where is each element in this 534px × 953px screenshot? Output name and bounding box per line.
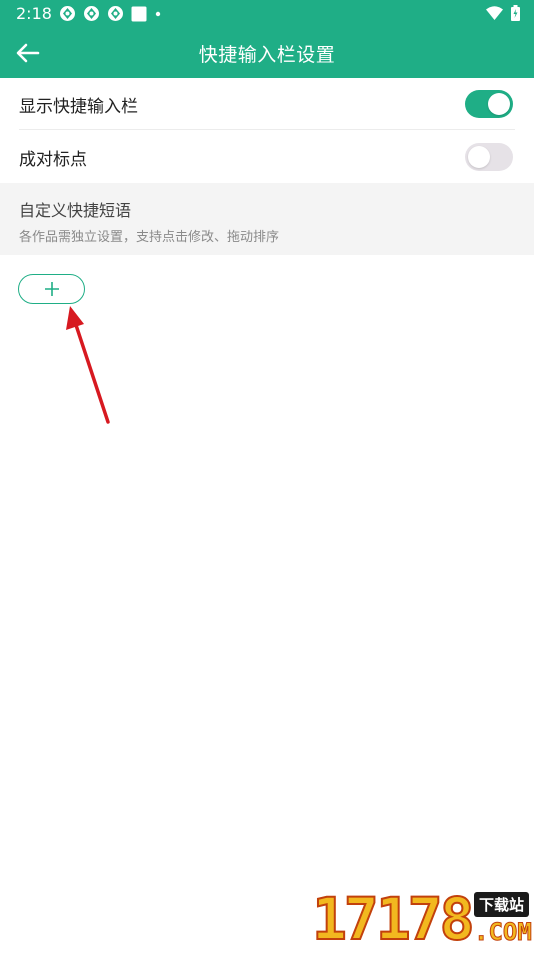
setting-row-paired-punct[interactable]: 成对标点: [0, 131, 534, 183]
plus-icon: [45, 282, 59, 296]
status-time: 2:18: [16, 4, 52, 23]
wifi-icon: [486, 6, 503, 20]
sync-icon: [108, 6, 123, 21]
section-subtitle: 各作品需独立设置，支持点击修改、拖动排序: [19, 230, 280, 245]
toggle-knob: [488, 93, 510, 115]
paired-punct-toggle[interactable]: [465, 143, 513, 171]
status-system-icons: [486, 5, 520, 21]
setting-label-paired-punct: 成对标点: [19, 150, 87, 170]
watermark-digits: 17178: [311, 885, 476, 953]
app-bar: 快捷输入栏设置: [0, 27, 534, 78]
sync-icon: [60, 6, 75, 21]
section-title: 自定义快捷短语: [19, 201, 132, 220]
watermark-suffix: .COM: [474, 918, 533, 947]
show-bar-toggle[interactable]: [465, 90, 513, 118]
status-notification-icons: [59, 5, 162, 22]
annotation-arrow-icon: [66, 306, 110, 424]
setting-row-show-bar[interactable]: 显示快捷输入栏: [0, 78, 534, 130]
dot-icon: [155, 11, 161, 16]
setting-label-show-bar: 显示快捷输入栏: [19, 97, 138, 117]
watermark-tag: 下载站: [474, 892, 530, 917]
status-bar: 2:18: [0, 0, 534, 27]
page-title: 快捷输入栏设置: [198, 44, 336, 66]
custom-phrases-section: 自定义快捷短语 各作品需独立设置，支持点击修改、拖动排序: [0, 183, 534, 255]
sync-icon: [84, 6, 99, 21]
square-icon: [131, 6, 147, 21]
toggle-knob: [468, 146, 490, 168]
divider: [19, 129, 515, 130]
battery-charging-icon: [511, 5, 520, 21]
watermark-logo: 17178 下载站 .COM: [311, 885, 534, 953]
